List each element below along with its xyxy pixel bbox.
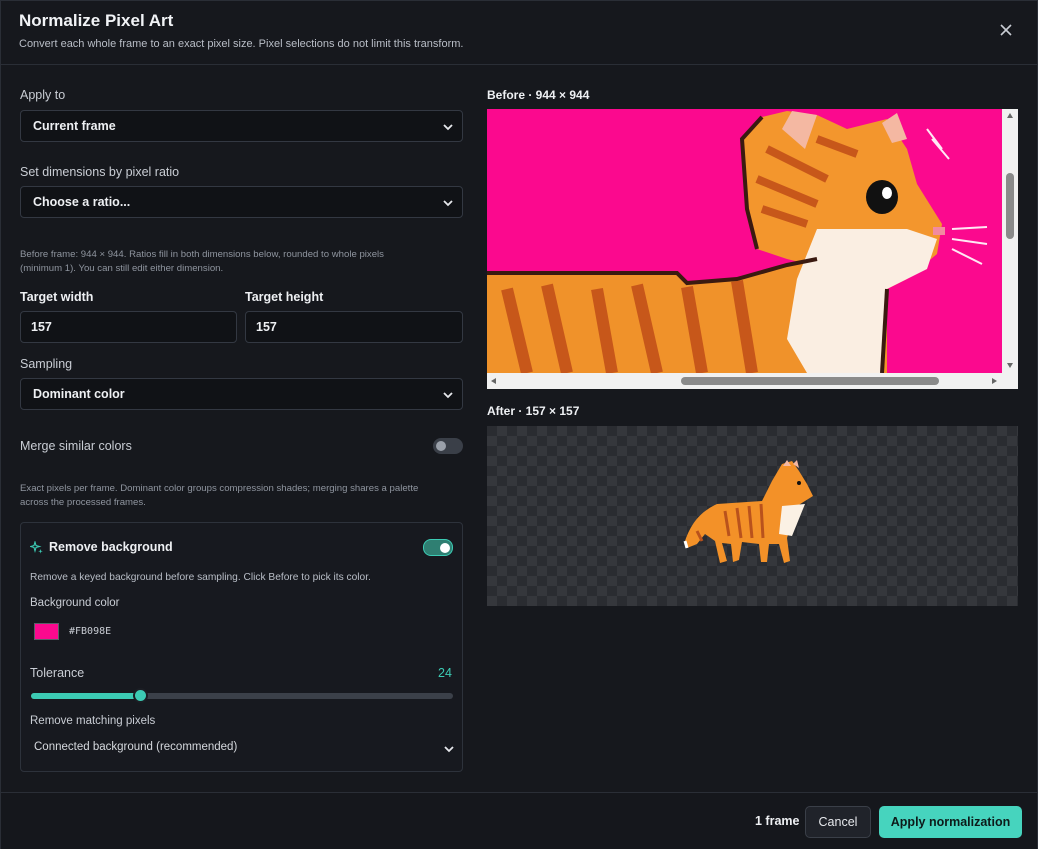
ratio-note-line1: Before frame: 944 × 944. Ratios fill in …: [20, 249, 384, 260]
horizontal-scrollbar-thumb[interactable]: [681, 377, 939, 385]
background-color-hex: #FB098E: [69, 626, 112, 637]
remove-background-title: Remove background: [49, 540, 173, 554]
merge-colors-toggle[interactable]: [433, 438, 463, 454]
apply-to-label: Apply to: [20, 88, 66, 102]
normalize-dialog: Normalize Pixel Art Convert each whole f…: [0, 0, 1038, 849]
cancel-button[interactable]: Cancel: [805, 806, 871, 838]
close-icon: [1000, 24, 1012, 36]
tolerance-slider-thumb[interactable]: [132, 688, 148, 703]
ratio-note-line2: (minimum 1). You can still edit either d…: [20, 263, 224, 274]
background-color-label: Background color: [30, 597, 120, 609]
tolerance-slider-fill: [31, 693, 141, 699]
remove-matching-select[interactable]: Connected background (recommended): [30, 735, 455, 761]
before-preview[interactable]: [487, 109, 1018, 389]
vertical-scrollbar-thumb[interactable]: [1006, 173, 1014, 239]
target-height-label: Target height: [245, 290, 324, 304]
dialog-header: Normalize Pixel Art Convert each whole f…: [1, 1, 1037, 65]
apply-to-select[interactable]: Current frame: [20, 110, 463, 142]
remove-matching-value: Connected background (recommended): [34, 741, 238, 753]
frame-count: 1 frame: [755, 814, 800, 828]
chevron-down-icon: [443, 200, 453, 207]
background-color-swatch[interactable]: [34, 623, 59, 640]
tolerance-label: Tolerance: [30, 666, 85, 680]
target-height-input[interactable]: 157: [245, 311, 463, 343]
remove-background-description: Remove a keyed background before samplin…: [30, 572, 371, 583]
preview-panel: Before · 944 × 944 After · 157 × 157: [481, 66, 1037, 791]
merge-note-line2: across the processed frames.: [20, 497, 146, 508]
sparkles-icon: [30, 541, 43, 554]
before-label: Before · 944 × 944: [487, 88, 590, 102]
after-image: [683, 460, 813, 563]
dialog-subtitle: Convert each whole frame to an exact pix…: [19, 38, 464, 50]
toggle-knob: [440, 542, 450, 553]
merge-colors-label: Merge similar colors: [20, 439, 132, 453]
apply-normalization-button[interactable]: Apply normalization: [879, 806, 1022, 838]
dialog-footer: 1 frame Cancel Apply normalization: [1, 792, 1037, 849]
after-label: After · 157 × 157: [487, 404, 580, 418]
before-image: [487, 109, 1018, 389]
ratio-value: Choose a ratio...: [33, 195, 131, 209]
sampling-label: Sampling: [20, 357, 73, 371]
merge-note-line1: Exact pixels per frame. Dominant color g…: [20, 483, 419, 494]
close-button[interactable]: [993, 17, 1019, 43]
remove-background-panel: Remove background Remove a keyed backgro…: [20, 522, 463, 772]
chevron-down-icon: [443, 124, 453, 131]
after-preview: [487, 426, 1018, 606]
settings-panel: Apply to Current frame Set dimensions by…: [1, 66, 481, 791]
toggle-knob: [436, 441, 446, 451]
ratio-label: Set dimensions by pixel ratio: [20, 165, 180, 179]
sampling-select[interactable]: Dominant color: [20, 378, 463, 410]
chevron-down-icon: [444, 746, 454, 753]
dialog-title: Normalize Pixel Art: [19, 11, 174, 30]
remove-matching-label: Remove matching pixels: [30, 715, 156, 727]
apply-to-value: Current frame: [33, 119, 116, 133]
chevron-down-icon: [443, 392, 453, 399]
sampling-value: Dominant color: [33, 387, 125, 401]
remove-background-toggle[interactable]: [423, 539, 453, 556]
target-width-input[interactable]: 157: [20, 311, 237, 343]
target-width-label: Target width: [20, 290, 94, 304]
ratio-select[interactable]: Choose a ratio...: [20, 186, 463, 218]
tolerance-value: 24: [438, 666, 452, 680]
